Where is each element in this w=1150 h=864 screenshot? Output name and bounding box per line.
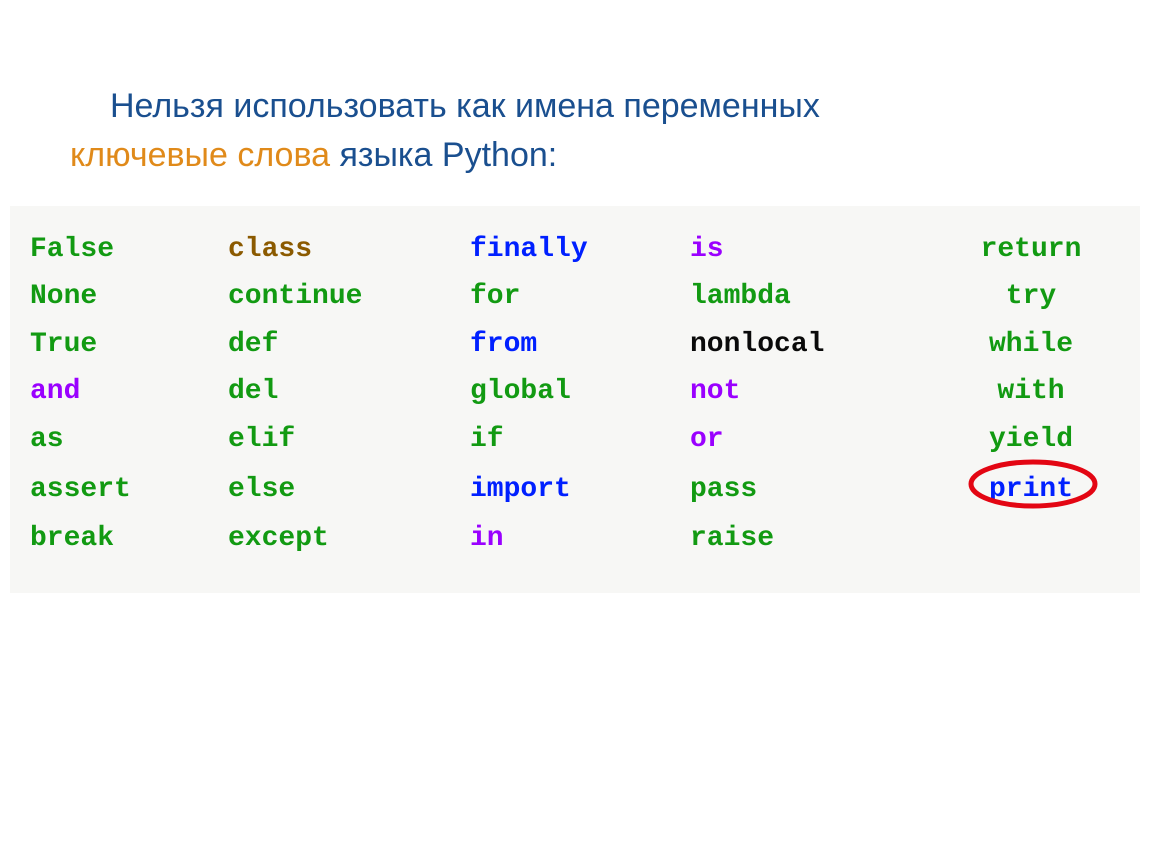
keyword-cell: class [228,226,470,274]
keyword-text: or [690,424,724,455]
keyword-cell: or [690,416,932,464]
keyword-text: for [470,281,520,312]
keyword-cell: import [470,464,690,516]
keyword-cell: finally [470,226,690,274]
keyword-text: not [690,376,740,407]
circled-keyword: print [977,464,1085,516]
keyword-cell: for [470,273,690,321]
keyword-text: return [981,234,1082,265]
keyword-text: def [228,329,278,360]
keyword-text: import [470,474,571,505]
keyword-cell: in [470,515,690,563]
keyword-cell: nonlocal [690,321,932,369]
keyword-cell: with [932,368,1130,416]
keyword-text: False [30,234,114,265]
keyword-text: nonlocal [690,329,824,360]
keyword-text: True [30,329,97,360]
keyword-text: in [470,523,504,554]
keyword-cell: lambda [690,273,932,321]
keyword-cell: pass [690,464,932,516]
keyword-cell: except [228,515,470,563]
keyword-cell: not [690,368,932,416]
table-row: False class finally is return [30,226,1130,274]
keyword-cell: yield [932,416,1130,464]
keyword-text: from [470,329,537,360]
table-row: assert else import pass print [30,464,1130,516]
keyword-cell: def [228,321,470,369]
keyword-cell: else [228,464,470,516]
keyword-cell: None [30,273,228,321]
keyword-text: del [228,376,278,407]
table-row: True def from nonlocal while [30,321,1130,369]
keyword-cell: raise [690,515,932,563]
keyword-cell: print [932,464,1130,516]
heading-keywords-phrase: ключевые слова [70,136,330,174]
keyword-text: and [30,376,80,407]
keyword-text: finally [470,234,588,265]
keyword-cell: and [30,368,228,416]
keyword-cell: False [30,226,228,274]
keyword-text: elif [228,424,295,455]
keyword-text: try [1006,281,1056,312]
keywords-table-container: False class finally is return None continue for… [10,206,1140,593]
keyword-text: continue [228,281,362,312]
keyword-text: None [30,281,97,312]
table-row: None continue for lambda try [30,273,1130,321]
keyword-text: is [690,234,724,265]
keyword-text: except [228,523,329,554]
keywords-table: False class finally is return None continue for… [30,226,1130,563]
keyword-cell: try [932,273,1130,321]
keyword-cell: global [470,368,690,416]
keyword-text: while [989,329,1073,360]
slide-heading: Нельзя использовать как имена переменных… [0,0,1150,181]
keyword-text: else [228,474,295,505]
keyword-cell [932,515,1130,563]
table-row: and del global not with [30,368,1130,416]
keyword-cell: return [932,226,1130,274]
keyword-cell: while [932,321,1130,369]
keyword-cell: assert [30,464,228,516]
keyword-text: with [997,376,1064,407]
keyword-text: break [30,523,114,554]
keyword-text: assert [30,474,131,505]
keyword-text: class [228,234,312,265]
table-row: break except in raise [30,515,1130,563]
keyword-cell: continue [228,273,470,321]
keyword-cell: del [228,368,470,416]
keyword-cell: is [690,226,932,274]
keyword-text: pass [690,474,757,505]
keyword-cell: if [470,416,690,464]
keyword-cell: break [30,515,228,563]
keyword-text: lambda [690,281,791,312]
keyword-text: yield [989,424,1073,455]
heading-line1: Нельзя использовать как имена переменных [70,82,1080,131]
keyword-cell: as [30,416,228,464]
keyword-text: global [470,376,571,407]
keyword-text: if [470,424,504,455]
heading-line2: ключевые слова языка Python: [70,131,1080,180]
heading-rest: языка Python: [330,136,557,174]
keyword-text: print [989,474,1073,505]
keyword-cell: from [470,321,690,369]
table-row: as elif if or yield [30,416,1130,464]
keyword-text: raise [690,523,774,554]
keyword-cell: elif [228,416,470,464]
keyword-cell: True [30,321,228,369]
keyword-text: as [30,424,64,455]
